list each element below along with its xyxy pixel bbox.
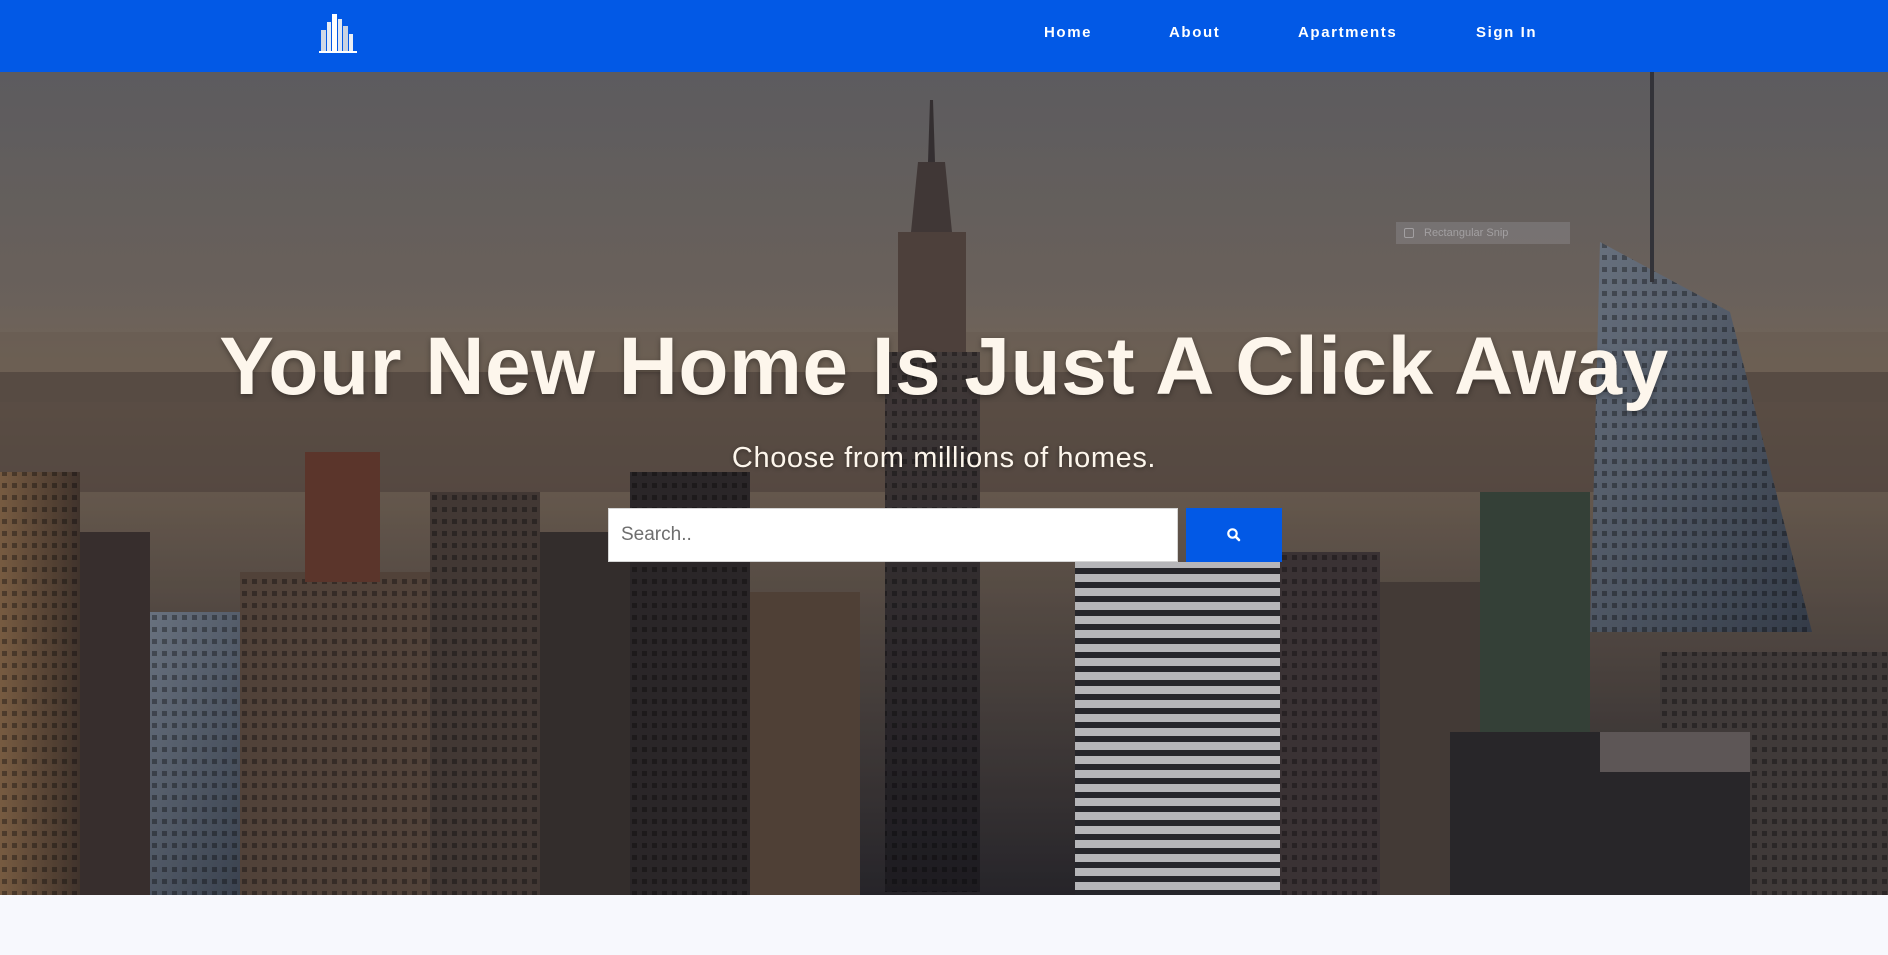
nav-about-link[interactable]: About: [1169, 24, 1220, 41]
search-icon: [1227, 528, 1241, 542]
nav-apartments-link[interactable]: Apartments: [1298, 24, 1397, 41]
snip-hint-label: Rectangular Snip: [1424, 227, 1509, 239]
page-content-start: [0, 895, 1888, 955]
hero-title: Your New Home Is Just A Click Away: [219, 321, 1669, 412]
rectangular-snip-hint: Rectangular Snip: [1396, 222, 1570, 244]
nav-sign-in-link[interactable]: Sign In: [1476, 24, 1537, 41]
search-button[interactable]: [1186, 508, 1282, 562]
nav-home-link[interactable]: Home: [1044, 24, 1092, 41]
snip-icon: [1404, 228, 1414, 238]
building-logo-icon[interactable]: [317, 10, 359, 54]
search-input[interactable]: [608, 508, 1178, 562]
hero-subtitle: Choose from millions of homes.: [731, 442, 1157, 474]
navbar: Home About Apartments Sign In: [0, 0, 1888, 72]
hero-section: Rectangular Snip Your New Home Is Just A…: [0, 72, 1888, 895]
hero-dim-overlay: [0, 72, 1888, 895]
